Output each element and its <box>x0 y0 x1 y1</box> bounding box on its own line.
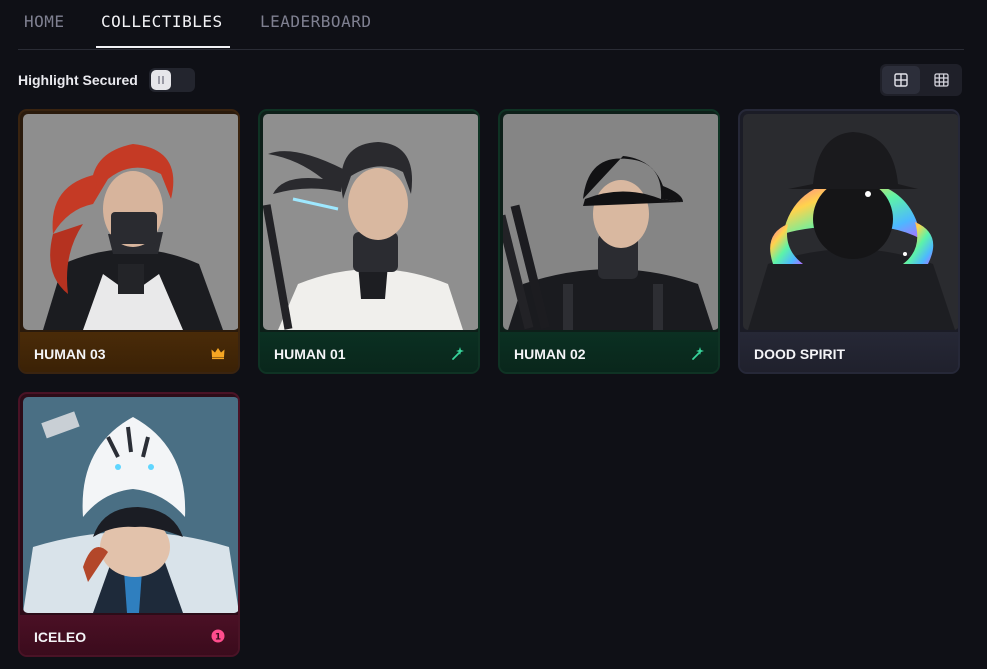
card-portrait <box>23 114 238 330</box>
crown-icon <box>211 348 225 360</box>
card-name: HUMAN 03 <box>34 346 106 362</box>
collectible-card-human-01[interactable]: HUMAN 01 <box>258 109 480 374</box>
highlight-secured-label: Highlight Secured <box>18 72 138 88</box>
alert-dot-icon: 1 <box>211 629 225 643</box>
highlight-secured-toggle[interactable] <box>149 68 195 92</box>
small-grid-icon <box>934 73 949 87</box>
card-footer: ICELEO 1 <box>20 615 238 655</box>
sparkle-pin-icon <box>692 347 704 360</box>
view-mode-switch <box>880 64 962 96</box>
large-grid-icon <box>894 73 908 87</box>
large-grid-view-button[interactable] <box>882 66 920 94</box>
card-footer: HUMAN 01 <box>260 332 478 372</box>
card-name: HUMAN 01 <box>274 346 346 362</box>
collectible-card-human-03[interactable]: HUMAN 03 <box>18 109 240 374</box>
active-tab-indicator <box>96 46 230 48</box>
tab-leaderboard[interactable]: LEADERBOARD <box>260 12 371 31</box>
card-portrait <box>23 397 238 613</box>
card-portrait <box>503 114 718 330</box>
card-footer: DOOD SPIRIT <box>740 332 958 372</box>
small-grid-view-button[interactable] <box>922 66 960 94</box>
collectible-card-dood-spirit[interactable]: DOOD SPIRIT <box>738 109 960 374</box>
card-footer: HUMAN 02 <box>500 332 718 372</box>
tab-home[interactable]: HOME <box>24 12 65 31</box>
tab-collectibles[interactable]: COLLECTIBLES <box>101 12 223 31</box>
card-portrait <box>263 114 478 330</box>
card-portrait <box>743 114 958 330</box>
collectible-card-iceleo[interactable]: ICELEO 1 <box>18 392 240 657</box>
sparkle-pin-icon <box>452 347 464 360</box>
card-name: DOOD SPIRIT <box>754 346 846 362</box>
card-name: HUMAN 02 <box>514 346 586 362</box>
toggle-knob <box>151 70 171 90</box>
alert-dot-count: 1 <box>215 632 221 642</box>
collectible-card-human-02[interactable]: HUMAN 02 <box>498 109 720 374</box>
card-name: ICELEO <box>34 629 87 645</box>
card-footer: HUMAN 03 <box>20 332 238 372</box>
top-tab-bar: HOME COLLECTIBLES LEADERBOARD <box>18 0 964 50</box>
